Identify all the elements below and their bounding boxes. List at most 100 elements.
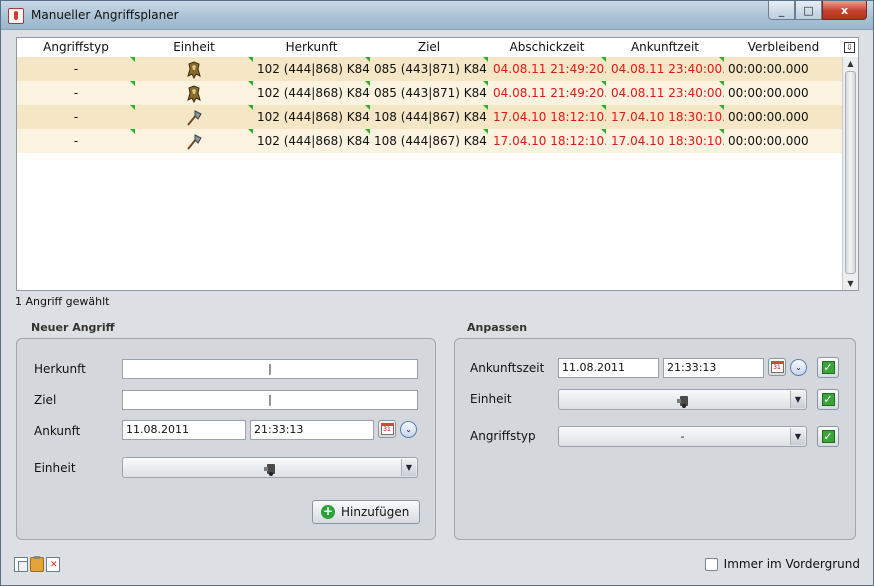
adjust-arrival-date-input[interactable]: 11.08.2011 [558,358,659,378]
title-bar[interactable]: Manueller Angriffsplaner _ □ x [1,1,873,30]
scroll-thumb[interactable] [845,71,856,274]
cell-type[interactable]: - [17,57,135,81]
window-controls: _ □ x [768,1,867,20]
cell-remaining[interactable]: 00:00:00.000 [724,129,843,153]
plus-icon: + [321,504,335,519]
column-header-herkunft[interactable]: Herkunft [253,38,370,57]
cell-unit[interactable] [135,81,253,105]
window-title: Manueller Angriffsplaner [31,8,179,22]
adjust-arrival-label: Ankunftszeit [470,361,545,375]
table-row[interactable]: - 102 (444|868) K84 085 (443|871) K84 04… [17,57,843,81]
cell-remaining[interactable]: 00:00:00.000 [724,57,843,81]
chevron-down-icon: ⌄ [405,425,412,434]
adjust-type-select[interactable]: - ▼ [558,426,807,447]
copy-icon[interactable] [14,557,28,572]
check-icon: ✓ [821,361,835,374]
arrival-calendar-button[interactable]: 31 [378,420,396,438]
window: Manueller Angriffsplaner _ □ x Angriffst… [0,0,874,586]
maximize-button[interactable]: □ [795,1,822,20]
table-row[interactable]: - 102 (444|868) K84 085 (443|871) K84 04… [17,81,843,105]
cell-send-time[interactable]: 17.04.10 18:12:10... [488,129,606,153]
cell-type[interactable]: - [17,105,135,129]
cell-unit[interactable] [135,105,253,129]
target-input[interactable]: | [122,390,418,410]
table-scrollbar[interactable]: ▲ ▼ [842,57,858,290]
new-attack-panel: Herkunft | Ziel | Ankunft 11.08.2011 21:… [16,338,436,540]
apply-type-button[interactable]: ✓ [817,426,839,447]
add-attack-button[interactable]: + Hinzufügen [312,500,421,524]
cell-type[interactable]: - [17,81,135,105]
new-attack-title: Neuer Angriff [31,321,115,334]
cell-unit[interactable] [135,57,253,81]
column-header-abschickzeit[interactable]: Abschickzeit [488,38,606,57]
adjust-calendar-button[interactable]: 31 [768,358,786,376]
column-header-einheit[interactable]: Einheit [135,38,253,57]
close-button[interactable]: x [822,1,867,20]
adjust-title: Anpassen [467,321,528,334]
arrival-date-input[interactable]: 11.08.2011 [122,420,246,440]
adjust-arrival-options-button[interactable]: ⌄ [790,359,807,376]
cell-arrival-time[interactable]: 04.08.11 23:40:00... [606,57,724,81]
always-on-top-toggle[interactable]: Immer im Vordergrund [704,557,860,571]
scroll-up-icon[interactable]: ▲ [843,57,858,70]
cell-remaining[interactable]: 00:00:00.000 [724,81,843,105]
arrival-time-input[interactable]: 21:33:13 [250,420,374,440]
table-row[interactable]: - 102 (444|868) K84 108 (444|867) K84 17… [17,105,843,129]
cell-remaining[interactable]: 00:00:00.000 [724,105,843,129]
cell-arrival-time[interactable]: 04.08.11 23:40:00... [606,81,724,105]
cell-type[interactable]: - [17,129,135,153]
cell-origin[interactable]: 102 (444|868) K84 [253,81,370,105]
adjust-panel: Ankunftszeit 11.08.2011 21:33:13 31 ⌄ ✓ … [454,338,856,540]
spear-unit-icon [187,60,201,79]
arrival-options-button[interactable]: ⌄ [400,421,417,438]
column-header-ziel[interactable]: Ziel [370,38,488,57]
adjust-unit-label: Einheit [470,392,512,406]
origin-label: Herkunft [34,362,86,376]
unit-label: Einheit [34,461,76,475]
cell-arrival-time[interactable]: 17.04.10 18:30:10... [606,105,724,129]
adjust-unit-select[interactable]: ▼ [558,389,807,410]
arrival-label: Ankunft [34,424,81,438]
spear-unit-icon [187,84,201,103]
delete-icon[interactable] [46,557,60,572]
calendar-icon: 31 [770,361,784,373]
scroll-down-icon[interactable]: ▼ [843,277,858,290]
chevron-down-icon: ⌄ [795,363,802,372]
always-on-top-checkbox[interactable] [704,557,718,571]
cell-send-time[interactable]: 04.08.11 21:49:20... [488,57,606,81]
column-control-button[interactable]: ⇩ [841,38,858,57]
java-app-icon [8,8,24,24]
cell-origin[interactable]: 102 (444|868) K84 [253,129,370,153]
check-icon: ✓ [821,393,835,406]
origin-input[interactable]: | [122,359,418,379]
cell-send-time[interactable]: 04.08.11 21:49:20... [488,81,606,105]
column-control-icon: ⇩ [844,42,855,53]
cell-origin[interactable]: 102 (444|868) K84 [253,57,370,81]
paste-icon[interactable] [30,556,44,572]
adjust-type-value: - [680,430,685,443]
selection-status: 1 Angriff gewählt [15,295,110,308]
cell-target[interactable]: 085 (443|871) K84 [370,57,488,81]
cell-origin[interactable]: 102 (444|868) K84 [253,105,370,129]
table-header: Angriffstyp Einheit Herkunft Ziel Abschi… [17,38,843,57]
cell-target[interactable]: 108 (444|867) K84 [370,129,488,153]
minimize-button[interactable]: _ [768,1,795,20]
adjust-arrival-time-input[interactable]: 21:33:13 [663,358,764,378]
cell-target[interactable]: 085 (443|871) K84 [370,81,488,105]
cell-send-time[interactable]: 17.04.10 18:12:10... [488,105,606,129]
add-attack-label: Hinzufügen [341,505,410,519]
chevron-down-icon: ▼ [790,391,805,408]
column-header-ankunftzeit[interactable]: Ankunftzeit [606,38,724,57]
cell-target[interactable]: 108 (444|867) K84 [370,105,488,129]
cell-unit[interactable] [135,129,253,153]
unit-select[interactable]: ▼ [122,457,418,478]
apply-unit-button[interactable]: ✓ [817,389,839,410]
cell-arrival-time[interactable]: 17.04.10 18:30:10... [606,129,724,153]
column-header-verbleibend[interactable]: Verbleibend [724,38,843,57]
column-header-angriffstyp[interactable]: Angriffstyp [17,38,135,57]
table-body: - 102 (444|868) K84 085 (443|871) K84 04… [17,57,843,153]
axe-unit-icon [187,109,202,126]
apply-arrival-button[interactable]: ✓ [817,357,839,378]
chevron-down-icon: ▼ [401,459,416,476]
table-row[interactable]: - 102 (444|868) K84 108 (444|867) K84 17… [17,129,843,153]
